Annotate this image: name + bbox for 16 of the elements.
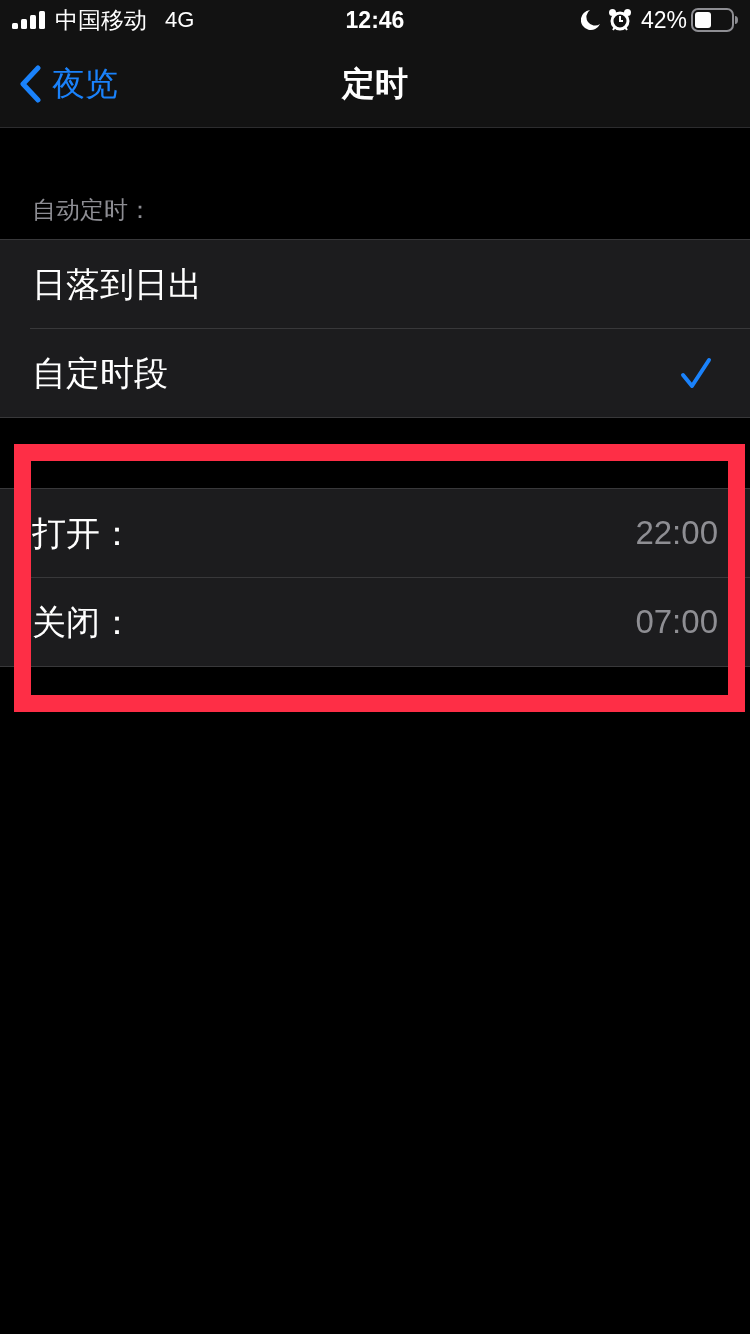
moon-icon <box>580 10 600 30</box>
nav-title: 定时 <box>342 63 408 104</box>
alarm-icon <box>608 9 631 31</box>
time-value: 22:00 <box>635 513 718 553</box>
section-header: 自动定时： <box>32 195 152 225</box>
back-chevron-icon <box>18 64 42 103</box>
time-label: 关闭： <box>32 602 134 642</box>
back-button[interactable]: 夜览 <box>0 53 124 114</box>
signal-icon <box>12 11 46 29</box>
battery-percent: 42% <box>640 6 687 34</box>
carrier-name: 中国移动 <box>55 6 147 34</box>
time-value: 07:00 <box>635 602 718 642</box>
battery-icon <box>691 8 738 32</box>
status-time: 12:46 <box>345 6 405 34</box>
time-label: 打开： <box>32 513 134 553</box>
network-type: 4G <box>165 6 195 34</box>
